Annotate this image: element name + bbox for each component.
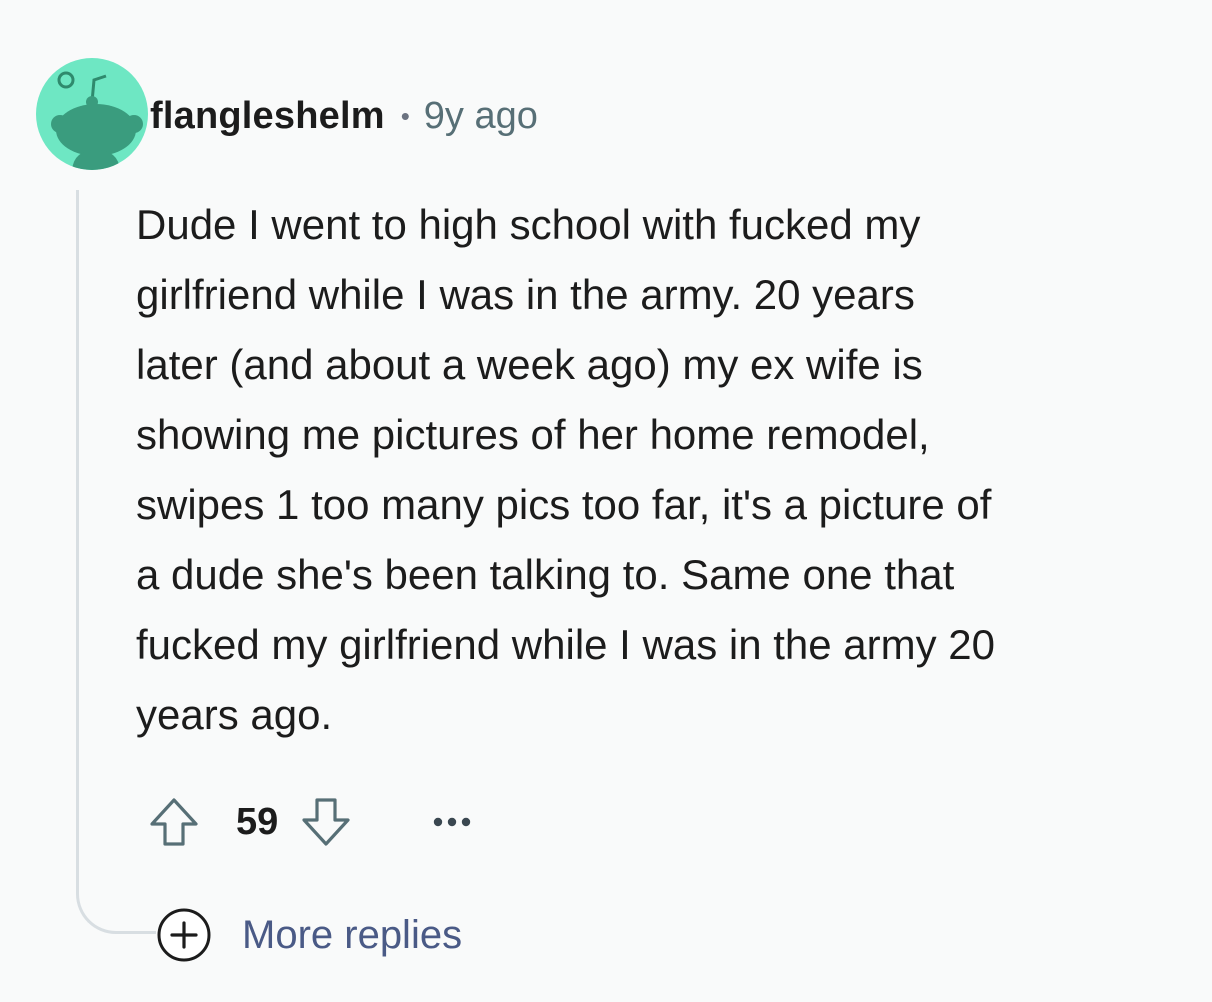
expand-icon-wrapper <box>156 907 212 963</box>
comment-body-line: swipes 1 too many pics too far, it's a p… <box>136 481 992 528</box>
author-username[interactable]: flangleshelm <box>150 95 385 138</box>
comment-body-line: years ago. <box>136 691 333 738</box>
thread-connector <box>76 868 156 934</box>
comment: flangleshelm • 9y ago Dude I went to hig… <box>0 0 1212 1002</box>
comment-body-line: Dude I went to high school with fucked m… <box>136 201 921 248</box>
comment-body-line: a dude she's been talking to. Same one t… <box>136 551 955 598</box>
upvote-button[interactable] <box>146 794 202 850</box>
ellipsis-icon <box>434 817 471 827</box>
comment-body-line: girlfriend while I was in the army. 20 y… <box>136 271 915 318</box>
comment-header: flangleshelm • 9y ago <box>150 92 538 140</box>
comment-body: Dude I went to high school with fucked m… <box>136 190 1196 750</box>
comment-body-line: later (and about a week ago) my ex wife … <box>136 341 923 388</box>
thread-line[interactable] <box>76 190 79 870</box>
meta-separator: • <box>400 100 410 131</box>
comment-body-line: showing me pictures of her home remodel, <box>136 411 930 458</box>
more-replies-label: More replies <box>242 912 463 957</box>
downvote-arrow-icon <box>302 798 350 846</box>
overflow-menu-button[interactable] <box>424 794 480 850</box>
downvote-button[interactable] <box>298 794 354 850</box>
snoo-avatar-icon <box>36 58 148 170</box>
plus-circle-icon <box>157 908 211 962</box>
avatar[interactable] <box>36 58 148 170</box>
upvote-arrow-icon <box>150 798 198 846</box>
comment-actions: 59 <box>146 792 480 852</box>
vote-score: 59 <box>236 800 279 843</box>
comment-body-line: fucked my girlfriend while I was in the … <box>136 621 996 668</box>
comment-age: 9y ago <box>423 94 538 137</box>
more-replies-button[interactable]: More replies <box>156 906 462 964</box>
